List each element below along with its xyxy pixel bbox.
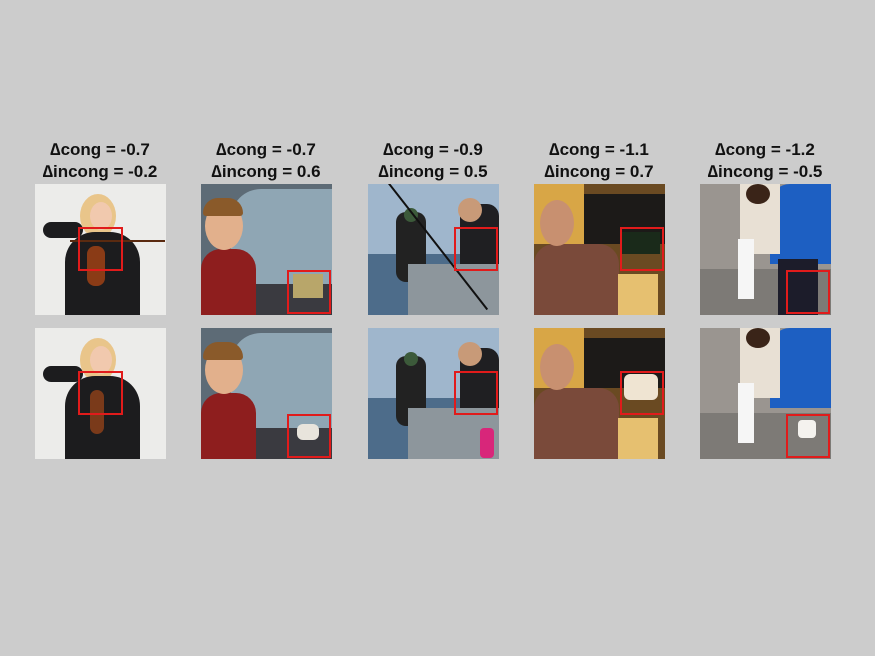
- attention-box: [620, 227, 664, 271]
- delta-cong-label: ∆cong = -1.2: [715, 140, 815, 159]
- photo-fishing-edited: [368, 328, 499, 459]
- attention-box: [78, 371, 123, 415]
- attention-box: [620, 371, 664, 415]
- photo-boy-car-original: [201, 184, 332, 315]
- delta-cong-label: ∆cong = -0.7: [50, 140, 150, 159]
- photo-steps-original: [700, 184, 831, 315]
- delta-incong-label: ∆incong = 0.7: [544, 162, 654, 181]
- photo-champagne-original: [534, 184, 665, 315]
- delta-cong-label: ∆cong = -0.7: [216, 140, 316, 159]
- delta-cong-label: ∆cong = -0.9: [383, 140, 483, 159]
- attention-box: [786, 414, 830, 458]
- delta-incong-label: ∆incong = 0.6: [211, 162, 321, 181]
- attention-box: [287, 270, 331, 314]
- attention-box: [287, 414, 331, 458]
- attention-box: [78, 227, 123, 271]
- photo-violin-edited: [35, 328, 166, 459]
- photo-violin-original: [35, 184, 166, 315]
- photo-champagne-edited: [534, 328, 665, 459]
- delta-incong-label: ∆incong = 0.5: [378, 162, 488, 181]
- delta-incong-label: ∆incong = -0.2: [42, 162, 158, 181]
- delta-incong-label: ∆incong = -0.5: [707, 162, 823, 181]
- photo-steps-edited: [700, 328, 831, 459]
- attention-box: [454, 227, 498, 271]
- delta-cong-label: ∆cong = -1.1: [549, 140, 649, 159]
- attention-box: [454, 371, 498, 415]
- photo-fishing-original: [368, 184, 499, 315]
- photo-boy-car-edited: [201, 328, 332, 459]
- attention-box: [786, 270, 830, 314]
